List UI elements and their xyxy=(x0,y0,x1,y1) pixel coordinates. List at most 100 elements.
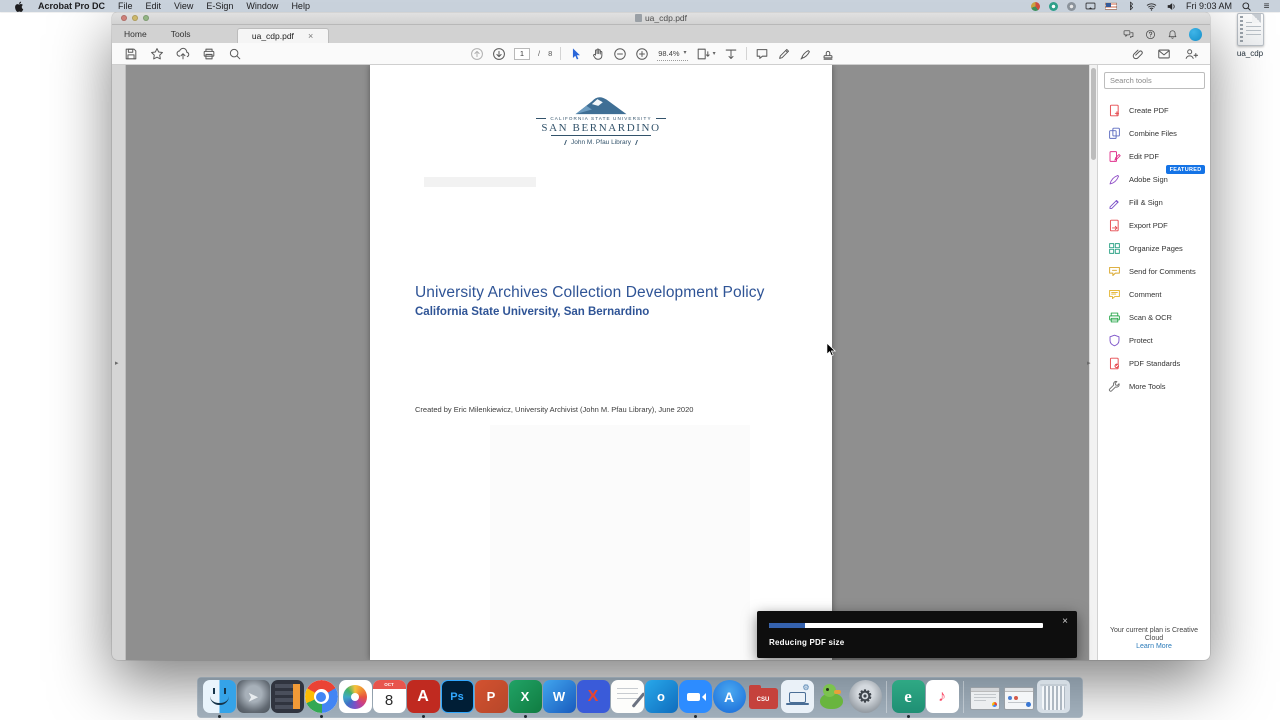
tab-tools[interactable]: Tools xyxy=(159,25,203,43)
invite-people-button[interactable] xyxy=(1184,47,1198,61)
dock-eset-icon[interactable]: e xyxy=(891,680,925,718)
tool-item-protect[interactable]: Protect xyxy=(1098,329,1210,352)
dock-photoshop-icon[interactable]: Ps xyxy=(440,680,474,718)
share-upload-button[interactable] xyxy=(176,47,190,61)
feedback-chat-icon[interactable] xyxy=(1123,29,1134,40)
dock-app-store-icon[interactable]: A xyxy=(712,680,746,718)
dock-powerpoint-icon[interactable]: P xyxy=(474,680,508,718)
dock-finder-icon[interactable] xyxy=(202,680,236,718)
volume-icon[interactable] xyxy=(1166,1,1177,12)
active-app-name[interactable]: Acrobat Pro DC xyxy=(38,1,105,11)
dock-acrobat-icon[interactable]: A xyxy=(406,680,440,718)
screen-mirroring-icon[interactable] xyxy=(1085,1,1096,12)
tool-item-scan-ocr[interactable]: Scan & OCR xyxy=(1098,306,1210,329)
tab-home[interactable]: Home xyxy=(112,25,159,43)
pdf-page[interactable]: CALIFORNIA STATE UNIVERSITY SAN BERNARDI… xyxy=(370,65,832,660)
dock-remote-support-icon[interactable]: ⚙ xyxy=(780,680,814,718)
dock-calendar-icon[interactable]: OCT 8 xyxy=(372,680,406,718)
dock-minimized-window-1-icon[interactable] xyxy=(968,680,1002,718)
tool-item-export-pdf[interactable]: Export PDF xyxy=(1098,214,1210,237)
dock-zoom-icon[interactable] xyxy=(678,680,712,718)
eset-status-icon[interactable] xyxy=(1048,1,1058,11)
tool-item-combine-files[interactable]: Combine Files xyxy=(1098,122,1210,145)
close-icon[interactable]: × xyxy=(1062,617,1068,627)
page-fit-dropdown[interactable]: ▾ xyxy=(696,47,716,61)
tool-item-adobe-sign[interactable]: Adobe Sign FEATURED xyxy=(1098,165,1210,191)
next-page-button[interactable] xyxy=(492,47,506,61)
zoom-out-button[interactable] xyxy=(613,47,627,61)
dock-csu-folder-icon[interactable]: CSU xyxy=(746,680,780,718)
navigation-pane-strip[interactable]: ▸ xyxy=(112,65,126,660)
send-email-button[interactable] xyxy=(1157,47,1171,61)
dock-notes-icon[interactable] xyxy=(610,680,644,718)
sign-tool-button[interactable] xyxy=(799,47,813,61)
status-app-icon[interactable] xyxy=(1030,1,1040,11)
menu-help[interactable]: Help xyxy=(291,1,310,11)
menu-view[interactable]: View xyxy=(174,1,193,11)
tool-item-send-for-comments[interactable]: Send for Comments xyxy=(1098,260,1210,283)
search-tools-input[interactable] xyxy=(1104,72,1205,89)
dock-outlook-icon[interactable]: O xyxy=(644,680,678,718)
status-circle-icon[interactable] xyxy=(1066,1,1076,11)
dock-x-app-icon[interactable]: X xyxy=(576,680,610,718)
tools-list: Create PDF Combine Files Edit PDF Adobe Sig… xyxy=(1098,99,1210,398)
desktop-file-ua-cdp[interactable]: ua_cdp xyxy=(1228,13,1272,58)
dock-music-icon[interactable]: ♪ xyxy=(925,680,959,718)
fit-width-button[interactable] xyxy=(724,47,738,61)
find-button[interactable] xyxy=(228,47,242,61)
tool-item-fill-sign[interactable]: Fill & Sign xyxy=(1098,191,1210,214)
dock-photos-icon[interactable] xyxy=(338,680,372,718)
window-title-bar[interactable]: ua_cdp.pdf xyxy=(112,12,1210,25)
notifications-bell-icon[interactable] xyxy=(1167,29,1178,40)
tool-item-organize-pages[interactable]: Organize Pages xyxy=(1098,237,1210,260)
tool-item-create-pdf[interactable]: Create PDF xyxy=(1098,99,1210,122)
tool-item-pdf-standards[interactable]: PDF Standards xyxy=(1098,352,1210,375)
collapse-tools-panel-handle[interactable]: ▸ xyxy=(1087,359,1091,367)
zoom-level-dropdown[interactable]: 98.4% ▾ xyxy=(657,47,688,61)
scrollbar-thumb[interactable] xyxy=(1091,68,1096,160)
dock-launchpad-icon[interactable]: ➤ xyxy=(236,680,270,718)
save-button[interactable] xyxy=(124,47,138,61)
input-source-flag-icon[interactable] xyxy=(1104,2,1117,10)
bluetooth-icon[interactable]: ᛒ xyxy=(1126,1,1137,12)
dock-excel-icon[interactable]: X xyxy=(508,680,542,718)
dock-calculator-icon[interactable] xyxy=(270,680,304,718)
document-viewport[interactable]: CALIFORNIA STATE UNIVERSITY SAN BERNARDI… xyxy=(126,65,1097,660)
menu-esign[interactable]: E-Sign xyxy=(206,1,233,11)
menu-file[interactable]: File xyxy=(118,1,133,11)
spotlight-search-icon[interactable] xyxy=(1241,1,1252,12)
menu-bar: Acrobat Pro DC File Edit View E-Sign Window H… xyxy=(0,0,1280,12)
apple-menu-icon[interactable] xyxy=(14,1,25,12)
dock-chrome-icon[interactable] xyxy=(304,680,338,718)
share-link-button[interactable] xyxy=(1130,47,1144,61)
tool-item-more-tools[interactable]: More Tools xyxy=(1098,375,1210,398)
stamp-tool-button[interactable] xyxy=(821,47,835,61)
close-icon[interactable]: × xyxy=(308,31,313,41)
select-tool-button[interactable] xyxy=(569,47,583,61)
menu-edit[interactable]: Edit xyxy=(146,1,162,11)
menu-window[interactable]: Window xyxy=(246,1,278,11)
comment-tool-button[interactable] xyxy=(755,47,769,61)
favorite-star-button[interactable] xyxy=(150,47,164,61)
dock-cyberduck-icon[interactable] xyxy=(814,680,848,718)
print-button[interactable] xyxy=(202,47,216,61)
highlight-tool-button[interactable] xyxy=(777,47,791,61)
open-nav-pane-handle[interactable]: ▸ xyxy=(115,359,119,367)
dock-word-icon[interactable]: W xyxy=(542,680,576,718)
learn-more-link[interactable]: Learn More xyxy=(1098,643,1210,650)
zoom-in-button[interactable] xyxy=(635,47,649,61)
help-icon[interactable] xyxy=(1145,29,1156,40)
page-number-input[interactable] xyxy=(514,47,530,60)
menu-bar-clock[interactable]: Fri 9:03 AM xyxy=(1186,1,1232,11)
tool-item-comment[interactable]: Comment xyxy=(1098,283,1210,306)
hand-tool-button[interactable] xyxy=(591,47,605,61)
user-avatar[interactable] xyxy=(1189,27,1202,41)
control-center-icon[interactable]: ≡ xyxy=(1261,1,1272,12)
app-menus: File Edit View E-Sign Window Help xyxy=(118,1,310,11)
dock-minimized-window-2-icon[interactable] xyxy=(1002,680,1036,718)
previous-page-button[interactable] xyxy=(470,47,484,61)
tab-document[interactable]: ua_cdp.pdf × xyxy=(236,28,329,43)
dock-trash-icon[interactable] xyxy=(1036,680,1070,718)
dock-system-preferences-icon[interactable]: ⚙ xyxy=(848,680,882,718)
wifi-icon[interactable] xyxy=(1146,1,1157,12)
